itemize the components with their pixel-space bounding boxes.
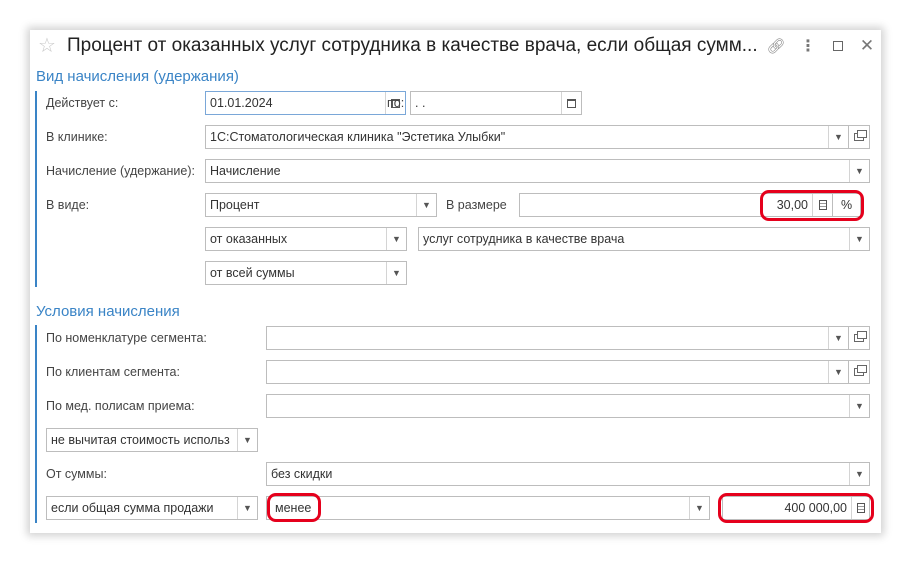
accrual-label: Начисление (удержание): <box>46 164 195 178</box>
valid-to-value: . . <box>415 96 426 110</box>
clinic-select[interactable]: 1С:Стоматологическая клиника "Эстетика У… <box>205 125 849 149</box>
threshold-highlight <box>718 493 874 523</box>
chevron-down-icon[interactable]: ▼ <box>386 228 406 250</box>
accrual-section-bar <box>35 91 37 287</box>
chevron-down-icon[interactable]: ▼ <box>416 194 436 216</box>
valid-from-value: 01.01.2024 <box>210 96 273 110</box>
policies-label: По мед. полисам приема: <box>46 399 195 413</box>
total-condition-select[interactable]: если общая сумма продажи ▼ <box>46 496 258 520</box>
link-icon[interactable]: 🔗︎ <box>766 36 786 56</box>
accrual-value: Начисление <box>210 164 281 178</box>
open-clinic-button[interactable] <box>848 125 870 149</box>
services-value: услуг сотрудника в качестве врача <box>423 232 625 246</box>
close-icon[interactable]: ✕ <box>857 36 877 56</box>
chevron-down-icon[interactable]: ▼ <box>849 463 869 485</box>
open-clients-button[interactable] <box>848 360 870 384</box>
deduct-cost-select[interactable]: не вычитая стоимость использ ▼ <box>46 428 258 452</box>
valid-from-field[interactable]: 01.01.2024 <box>205 91 406 115</box>
accrual-section-title: Вид начисления (удержания) <box>36 68 239 85</box>
conditions-section-bar <box>35 325 37 523</box>
services-select[interactable]: услуг сотрудника в качестве врача ▼ <box>418 227 870 251</box>
accrual-select[interactable]: Начисление ▼ <box>205 159 870 183</box>
window-title: Процент от оказанных услуг сотрудника в … <box>67 35 758 56</box>
open-nomenclature-button[interactable] <box>848 326 870 350</box>
from-provided-select[interactable]: от оказанных ▼ <box>205 227 407 251</box>
open-icon <box>854 130 867 141</box>
chevron-down-icon[interactable]: ▼ <box>386 262 406 284</box>
clinic-label: В клинике: <box>46 130 108 144</box>
clients-label: По клиентам сегмента: <box>46 365 180 379</box>
nomenclature-label: По номенклатуре сегмента: <box>46 331 207 345</box>
open-icon <box>854 331 867 342</box>
chevron-down-icon[interactable]: ▼ <box>689 497 709 519</box>
dialog-window: ☆ Процент от оказанных услуг сотрудника … <box>30 30 881 533</box>
sum-basis-value: от всей суммы <box>210 266 295 280</box>
calendar-icon[interactable] <box>561 92 581 114</box>
policies-select[interactable]: ▼ <box>266 394 870 418</box>
from-sum-select[interactable]: без скидки ▼ <box>266 462 870 486</box>
maximize-icon[interactable] <box>828 36 848 56</box>
more-actions-icon[interactable]: ⋮ <box>798 36 818 56</box>
chevron-down-icon[interactable]: ▼ <box>237 429 257 451</box>
from-sum-value: без скидки <box>271 467 333 481</box>
kind-value: Процент <box>210 198 260 212</box>
deduct-cost-value: не вычитая стоимость использ <box>51 433 230 447</box>
chevron-down-icon[interactable]: ▼ <box>849 228 869 250</box>
valid-to-label: по: <box>387 96 405 110</box>
favorite-star-icon[interactable]: ☆ <box>38 35 56 57</box>
total-condition-value: если общая сумма продажи <box>51 501 214 515</box>
compare-highlight <box>267 493 321 522</box>
chevron-down-icon[interactable]: ▼ <box>828 327 848 349</box>
chevron-down-icon[interactable]: ▼ <box>828 126 848 148</box>
chevron-down-icon[interactable]: ▼ <box>828 361 848 383</box>
chevron-down-icon[interactable]: ▼ <box>849 395 869 417</box>
title-bar: ☆ Процент от оказанных услуг сотрудника … <box>30 30 881 66</box>
valid-to-field[interactable]: . . <box>410 91 582 115</box>
clients-select[interactable]: ▼ <box>266 360 849 384</box>
clinic-value: 1С:Стоматологическая клиника "Эстетика У… <box>210 130 506 144</box>
compare-select[interactable]: менее ▼ <box>266 496 710 520</box>
sum-basis-select[interactable]: от всей суммы ▼ <box>205 261 407 285</box>
compare-value: менее <box>275 501 312 515</box>
nomenclature-select[interactable]: ▼ <box>266 326 849 350</box>
kind-select[interactable]: Процент ▼ <box>205 193 437 217</box>
open-icon <box>854 365 867 376</box>
chevron-down-icon[interactable]: ▼ <box>237 497 257 519</box>
amount-highlight <box>760 190 864 221</box>
from-sum-label: От суммы: <box>46 467 107 481</box>
conditions-section-title: Условия начисления <box>36 303 180 320</box>
kind-label: В виде: <box>46 198 90 212</box>
amount-label: В размере <box>446 198 507 212</box>
chevron-down-icon[interactable]: ▼ <box>849 160 869 182</box>
valid-from-label: Действует с: <box>46 96 119 110</box>
from-provided-value: от оказанных <box>210 232 288 246</box>
